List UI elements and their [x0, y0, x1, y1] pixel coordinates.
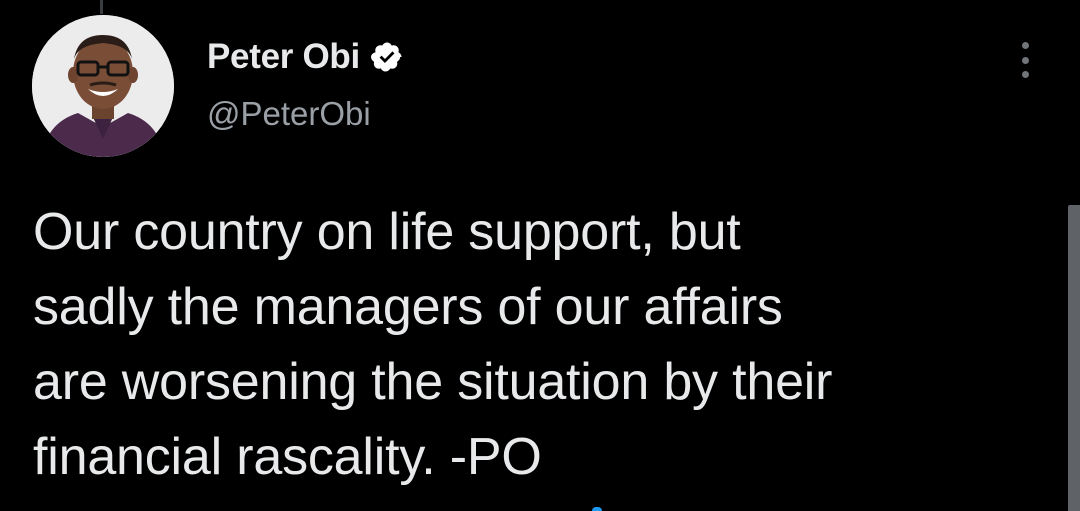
verified-badge-icon	[370, 40, 404, 74]
tweet-text-line: financial rascality. -PO	[33, 428, 542, 486]
more-vertical-icon-dot	[1021, 42, 1029, 49]
tweet-text-line: Our country on life support, but	[33, 203, 741, 261]
tweet-header: Peter Obi @PeterObi	[207, 35, 404, 133]
tweet-text-line: are worsening the situation by their	[33, 353, 833, 411]
tweet-text: Our country on life support, but sadly t…	[33, 195, 1033, 495]
display-name[interactable]: Peter Obi	[207, 37, 360, 77]
link-indicator	[592, 507, 602, 511]
more-options-button[interactable]	[1010, 40, 1040, 80]
thread-connector-line	[100, 0, 103, 14]
tweet-text-line: sadly the managers of our affairs	[33, 278, 783, 336]
avatar[interactable]	[32, 15, 174, 157]
more-vertical-icon-dot	[1021, 56, 1029, 64]
avatar-image	[32, 15, 174, 157]
tweet-card: Peter Obi @PeterObi Our country on life …	[0, 0, 1080, 511]
scrollbar[interactable]	[1068, 205, 1080, 511]
more-vertical-icon-dot	[1021, 71, 1029, 78]
user-handle[interactable]: @PeterObi	[207, 95, 404, 133]
name-row: Peter Obi	[207, 35, 404, 79]
